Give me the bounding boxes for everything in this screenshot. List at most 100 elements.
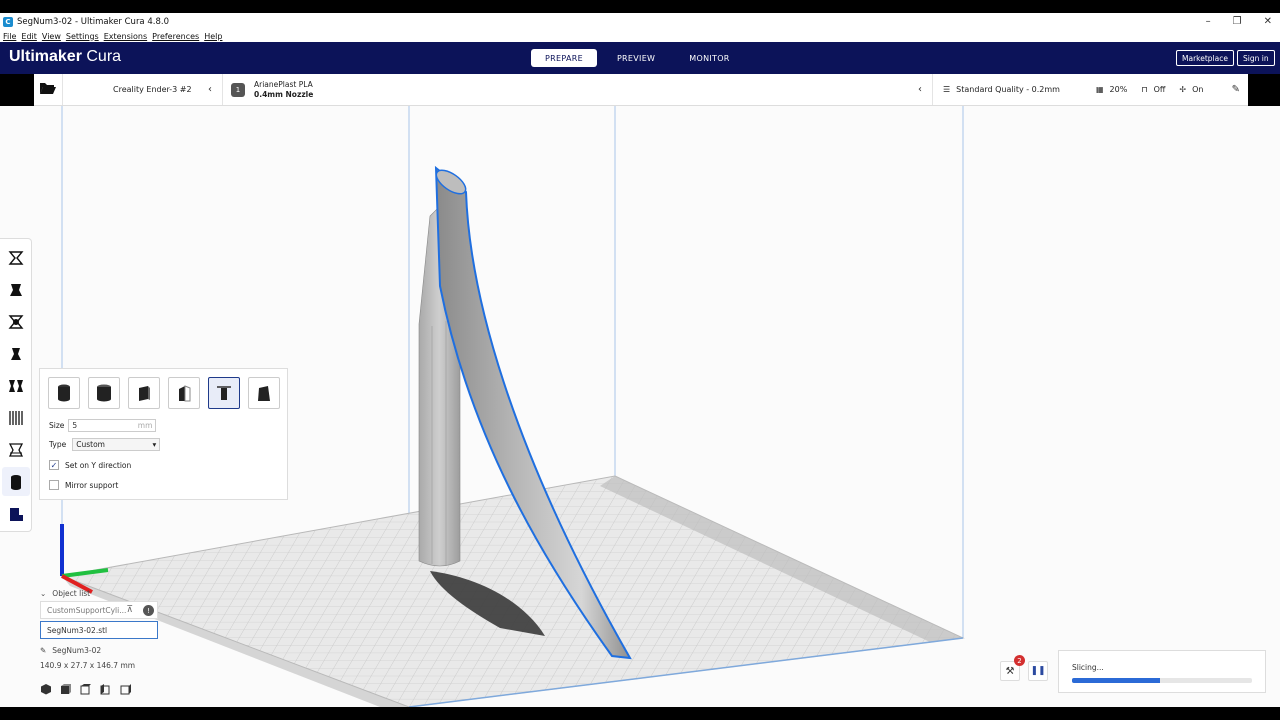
support-shape-tube[interactable] xyxy=(88,377,120,409)
tube-icon xyxy=(97,384,111,402)
scale-tool[interactable] xyxy=(2,275,30,304)
menu-file[interactable]: File xyxy=(3,32,16,41)
support-mesh-icon: ⊼ xyxy=(126,605,133,615)
view-front-icon[interactable] xyxy=(60,683,72,695)
slicing-status: Slicing... xyxy=(1072,663,1104,672)
tool-extra-icon xyxy=(8,442,23,457)
tab-preview[interactable]: PREVIEW xyxy=(603,49,669,67)
tool-extra[interactable] xyxy=(2,435,30,464)
quality-icon: ☰ xyxy=(943,85,951,94)
tool-sidebar xyxy=(0,238,32,532)
menu-extensions[interactable]: Extensions xyxy=(104,32,147,41)
menu-preferences[interactable]: Preferences xyxy=(152,32,199,41)
info-icon: ! xyxy=(143,605,154,616)
cylinder-icon xyxy=(58,384,70,402)
object-list-item[interactable]: SegNum3-02.stl xyxy=(40,621,158,639)
type-value: Custom xyxy=(76,440,105,449)
window-title: SegNum3-02 - Ultimaker Cura 4.8.0 xyxy=(17,16,169,27)
tab-monitor[interactable]: MONITOR xyxy=(675,49,743,67)
maximize-button[interactable]: ❐ xyxy=(1233,16,1242,27)
stage-settings-bar: Creality Ender-3 #2 ‹ 1 ArianePlast PLA … xyxy=(34,74,1248,106)
cube-icon xyxy=(139,386,150,401)
printer-selector[interactable]: Creality Ender-3 #2 ‹ xyxy=(62,74,222,105)
nozzle-size: 0.4mm Nozzle xyxy=(254,89,314,99)
pause-slicing-button[interactable]: ❚❚ xyxy=(1028,661,1048,681)
support-shape-cylinder[interactable] xyxy=(48,377,80,409)
tool-extra-2[interactable] xyxy=(2,499,30,528)
custom-support-tool[interactable] xyxy=(1,467,30,496)
print-settings-selector[interactable]: ☰ Standard Quality - 0.2mm ▦ 20% ⊓ Off ✢… xyxy=(932,74,1248,105)
view-orientation-buttons xyxy=(40,683,132,695)
support-blocker-icon xyxy=(8,410,23,425)
move-tool[interactable] xyxy=(2,243,30,272)
rotate-tool[interactable] xyxy=(2,307,30,336)
object-name: SegNum3-02.stl xyxy=(47,625,108,635)
slice-controls: ⚒ 2 ❚❚ xyxy=(1000,655,1048,681)
size-label: Size xyxy=(49,421,65,430)
support-shape-freeform[interactable] xyxy=(208,377,240,409)
menu-edit[interactable]: Edit xyxy=(21,32,37,41)
mirror-tool[interactable] xyxy=(2,339,30,368)
edit-pencil-icon[interactable]: ✎ xyxy=(1232,84,1240,95)
letterbox-top xyxy=(0,0,1280,13)
custom-shape-icon xyxy=(258,386,270,401)
slicing-progress-fill xyxy=(1072,678,1161,683)
printer-name: Creality Ender-3 #2 xyxy=(113,85,192,94)
close-button[interactable]: ✕ xyxy=(1264,16,1272,27)
slicing-progress-panel: Slicing... xyxy=(1058,650,1266,693)
per-model-settings-icon xyxy=(8,379,23,392)
notification-badge: 2 xyxy=(1014,655,1025,666)
support-shape-cube[interactable] xyxy=(128,377,160,409)
move-icon xyxy=(8,250,23,265)
view-3d-icon[interactable] xyxy=(40,683,52,695)
extruder-icon: 1 xyxy=(231,82,245,97)
infill-icon: ▦ xyxy=(1095,85,1104,94)
quality-profile: Standard Quality - 0.2mm xyxy=(956,85,1060,94)
marketplace-button[interactable]: Marketplace xyxy=(1176,50,1234,66)
adhesion-value: On xyxy=(1192,85,1204,94)
view-top-icon[interactable] xyxy=(80,683,92,695)
object-list-title: Object list xyxy=(52,588,91,598)
mirror-support-checkbox[interactable] xyxy=(49,480,59,490)
window-titlebar: C SegNum3-02 - Ultimaker Cura 4.8.0 – ❐ … xyxy=(0,13,1280,30)
pause-icon: ❚❚ xyxy=(1030,666,1046,676)
wrench-icon: ⚒ xyxy=(1005,665,1015,677)
object-list-item[interactable]: CustomSupportCyli... ⊼ ! xyxy=(40,601,158,619)
menu-help[interactable]: Help xyxy=(204,32,222,41)
block-icon xyxy=(9,507,23,521)
adhesion-icon: ✢ xyxy=(1179,85,1187,94)
support-shape-abutment[interactable] xyxy=(168,377,200,409)
object-dimensions: 140.9 x 27.7 x 146.7 mm xyxy=(40,661,136,670)
minimize-button[interactable]: – xyxy=(1206,16,1211,27)
per-model-settings-tool[interactable] xyxy=(2,371,30,400)
cura-app-icon: C xyxy=(3,16,13,27)
support-shape-custom[interactable] xyxy=(248,377,280,409)
chevron-left-icon: ‹ xyxy=(208,84,212,95)
y-direction-label: Set on Y direction xyxy=(65,460,132,470)
tools-button[interactable]: ⚒ 2 xyxy=(1000,655,1025,681)
support-blocker-tool[interactable] xyxy=(2,403,30,432)
infill-value: 20% xyxy=(1109,85,1128,94)
abutment-icon xyxy=(179,385,191,402)
menu-settings[interactable]: Settings xyxy=(66,32,99,41)
menu-view[interactable]: View xyxy=(42,32,61,41)
tab-prepare[interactable]: PREPARE xyxy=(531,49,597,67)
open-file-button[interactable] xyxy=(34,74,62,102)
size-unit: mm xyxy=(137,421,153,430)
type-dropdown[interactable]: Custom ▾ xyxy=(72,438,161,451)
view-left-icon[interactable] xyxy=(100,683,112,695)
view-right-icon[interactable] xyxy=(120,683,132,695)
y-direction-checkbox[interactable]: ✓ xyxy=(49,460,59,470)
cylinder-support-icon xyxy=(10,474,21,490)
chevron-down-icon: ⌄ xyxy=(40,588,47,598)
sign-in-button[interactable]: Sign in xyxy=(1237,50,1275,66)
scale-icon xyxy=(9,283,22,296)
pencil-icon[interactable]: ✎ xyxy=(40,646,46,655)
material-selector[interactable]: 1 ArianePlast PLA 0.4mm Nozzle ‹ xyxy=(222,74,932,105)
object-list-header[interactable]: ⌄ Object list xyxy=(40,587,158,599)
support-value: Off xyxy=(1153,85,1166,94)
brand-logo: Ultimaker Cura xyxy=(9,48,122,65)
size-input[interactable]: 5 mm xyxy=(68,419,157,432)
support-icon: ⊓ xyxy=(1141,85,1148,94)
rotate-icon xyxy=(8,314,23,329)
